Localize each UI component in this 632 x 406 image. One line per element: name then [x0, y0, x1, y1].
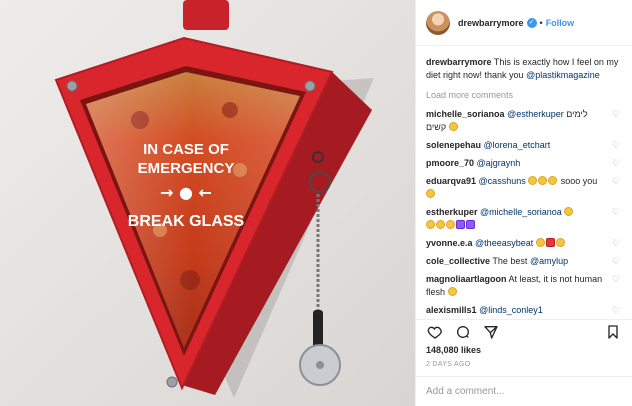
comment-item: pmoore_70 @ajgraynh ♡ — [426, 157, 622, 170]
comment-mention[interactable]: @theeasybeat — [475, 238, 533, 248]
emoji-icon — [426, 220, 435, 229]
separator-dot: • — [539, 17, 543, 28]
comment-like-heart-icon[interactable]: ♡ — [612, 139, 622, 152]
post-sidebar: drewbarrymore ✓ • Follow drewbarrymore T… — [415, 0, 632, 406]
comment-username[interactable]: cole_collective — [426, 256, 490, 266]
caption: drewbarrymore This is exactly how I feel… — [426, 56, 622, 82]
comment-text: The best — [492, 256, 528, 266]
caption-username[interactable]: drewbarrymore — [426, 57, 492, 67]
comment-like-heart-icon[interactable]: ♡ — [612, 108, 622, 121]
post-timestamp[interactable]: 2 DAYS AGO — [416, 357, 632, 376]
emoji-icon — [447, 287, 457, 296]
sign-arrows: → ● ← — [160, 183, 212, 202]
heart-icon[interactable] — [426, 323, 444, 341]
comment-text: sooo you — [560, 176, 598, 186]
emoji-icon — [446, 220, 455, 229]
comment-item: solenepehau @lorena_etchart ♡ — [426, 139, 622, 152]
avatar[interactable] — [426, 10, 450, 35]
comment-like-heart-icon[interactable]: ♡ — [612, 206, 622, 219]
emoji-icon — [448, 122, 458, 131]
emoji-icon — [538, 176, 548, 185]
comment-item: alexismills1 @linds_conley1 ♡ — [426, 304, 622, 317]
comment-username[interactable]: solenepehau — [426, 140, 481, 150]
purple-heart-icon — [466, 220, 475, 229]
comment-like-heart-icon[interactable]: ♡ — [612, 255, 622, 268]
red-heart-icon — [545, 238, 555, 247]
comment-item: cole_collective The best @amylup ♡ — [426, 255, 622, 268]
action-bar — [416, 319, 632, 343]
case-top-knob — [183, 0, 229, 30]
emoji-icon — [555, 238, 565, 247]
comments-section: drewbarrymore This is exactly how I feel… — [416, 46, 632, 319]
comment-like-heart-icon[interactable]: ♡ — [612, 237, 622, 250]
comment-like-heart-icon[interactable]: ♡ — [612, 175, 622, 188]
comment-like-heart-icon[interactable]: ♡ — [612, 304, 622, 317]
verified-badge-icon: ✓ — [526, 17, 537, 28]
comment-username[interactable]: yvonne.e.a — [426, 238, 473, 248]
caption-mention[interactable]: @plastikmagazine — [526, 70, 600, 80]
comment-mention[interactable]: @ajgraynh — [477, 158, 521, 168]
comment-icon[interactable] — [454, 323, 472, 341]
screw-icon — [304, 80, 316, 92]
post-header: drewbarrymore ✓ • Follow — [416, 0, 632, 46]
sign-line-1: IN CASE OF — [143, 141, 229, 158]
instagram-post: IN CASE OF EMERGENCY → ● ← BREAK GLASS d… — [0, 0, 632, 406]
comment-like-heart-icon[interactable]: ♡ — [612, 157, 622, 170]
likes-count[interactable]: 148,080 likes — [416, 343, 632, 357]
comment-username[interactable]: estherkuper — [426, 207, 478, 217]
comment-mention[interactable]: @amylup — [530, 256, 568, 266]
screw-icon — [66, 80, 78, 92]
comment-item: yvonne.e.a @theeasybeat ♡ — [426, 237, 622, 250]
share-icon[interactable] — [482, 323, 500, 341]
emoji-icon — [564, 207, 574, 216]
comment-item: magnoliaartlagoon At least, it is not hu… — [426, 273, 622, 299]
pizza-cutter-handle — [313, 310, 323, 348]
comment-item: eduarqva91 @casshuns sooo you ♡ — [426, 175, 622, 201]
comment-mention[interactable]: @estherkuper — [507, 109, 564, 119]
follow-button[interactable]: Follow — [546, 18, 575, 28]
emoji-icon — [426, 189, 435, 198]
emoji-icon — [528, 176, 538, 185]
add-comment-input[interactable] — [426, 386, 622, 397]
comment-username[interactable]: magnoliaartlagoon — [426, 274, 507, 284]
author-username[interactable]: drewbarrymore — [458, 18, 524, 28]
comment-mention[interactable]: @casshuns — [479, 176, 526, 186]
emoji-icon — [436, 220, 445, 229]
comment-like-heart-icon[interactable]: ♡ — [612, 273, 622, 286]
pizza-emergency-case-illustration: IN CASE OF EMERGENCY → ● ← BREAK GLASS — [0, 0, 415, 406]
sign-line-2: EMERGENCY — [138, 160, 235, 177]
load-more-comments-button[interactable]: Load more comments — [426, 90, 622, 100]
comment-item: michelle_sorianoa @estherkuper לימים קשי… — [426, 108, 622, 134]
comment-mention[interactable]: @michelle_sorianoa — [480, 207, 562, 217]
comment-mention[interactable]: @linds_conley1 — [479, 305, 543, 315]
comment-username[interactable]: eduarqva91 — [426, 176, 476, 186]
pizza-emoji-icon — [535, 238, 545, 247]
emoji-icon — [548, 176, 558, 185]
bookmark-icon[interactable] — [604, 323, 622, 341]
add-comment-box — [416, 376, 632, 406]
comment-username[interactable]: pmoore_70 — [426, 158, 474, 168]
post-image[interactable]: IN CASE OF EMERGENCY → ● ← BREAK GLASS — [0, 0, 415, 406]
comment-username[interactable]: michelle_sorianoa — [426, 109, 505, 119]
purple-heart-icon — [456, 220, 465, 229]
comment-username[interactable]: alexismills1 — [426, 305, 477, 315]
comment-item: estherkuper @michelle_sorianoa ♡ — [426, 206, 622, 232]
sign-line-3: BREAK GLASS — [128, 213, 245, 230]
comment-mention[interactable]: @lorena_etchart — [484, 140, 551, 150]
screw-icon — [166, 376, 178, 388]
